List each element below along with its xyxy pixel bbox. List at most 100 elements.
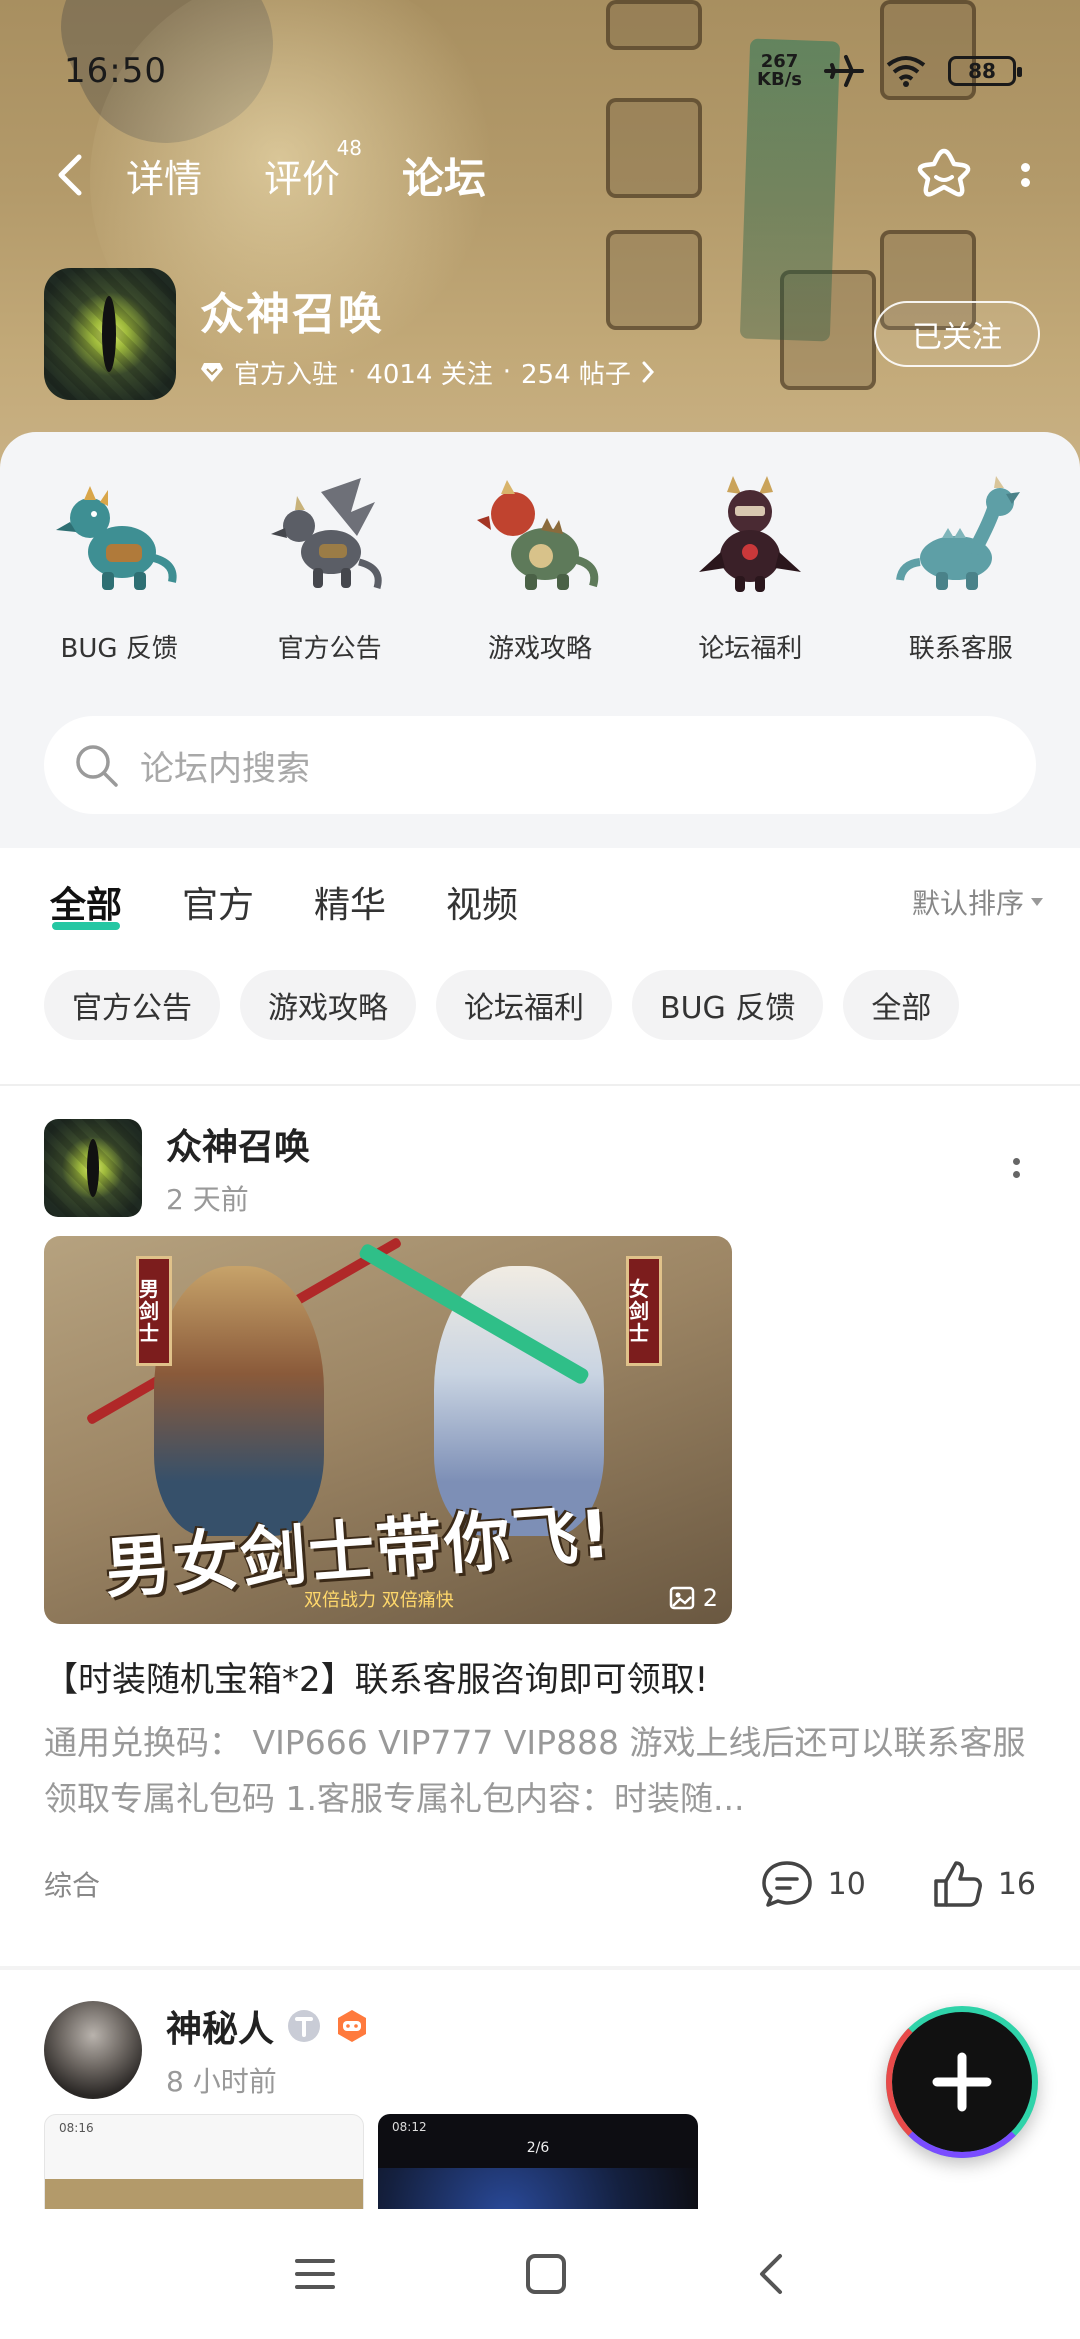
comment-button[interactable]: 10 — [760, 1859, 866, 1909]
chip-forum-welfare[interactable]: 论坛福利 — [436, 970, 612, 1040]
status-bar: 16:50 267 KB/s 88 — [64, 46, 1022, 96]
sort-dropdown[interactable]: 默认排序 — [912, 882, 1044, 922]
game-banner: 16:50 267 KB/s 88 详情 评价 48 论坛 众神召唤 官方入驻 … — [0, 0, 1080, 470]
category-label: BUG 反馈 — [60, 634, 178, 664]
filter-tab-official[interactable]: 官方 — [182, 876, 254, 928]
thumbnail-time: 08:16 — [59, 2121, 94, 2135]
category-contact-support[interactable]: 联系客服 — [861, 472, 1061, 665]
system-nav-bar — [0, 2209, 1080, 2339]
chevron-right-icon — [642, 361, 654, 383]
gamer-badge-icon — [338, 2010, 367, 2042]
tab-forum[interactable]: 论坛 — [402, 145, 487, 206]
verified-diamond-icon — [201, 363, 223, 382]
battery-indicator: 88 — [948, 56, 1022, 86]
cover-subtitle: 双倍战力 双倍痛快 — [304, 1590, 454, 1611]
post-tag[interactable]: 综合 — [44, 1864, 100, 1904]
post-divider — [0, 1966, 1080, 1970]
back-button[interactable] — [40, 145, 100, 205]
post-more-button[interactable] — [996, 1148, 1036, 1188]
chevron-left-icon — [58, 154, 82, 196]
post-card[interactable]: 神秘人 8 小时前 08:16 08:12 2/6 — [44, 2000, 1036, 2214]
filter-tab-all[interactable]: 全部 — [50, 876, 122, 930]
banner-item-slot — [606, 0, 702, 50]
thumbnail[interactable]: 08:16 — [44, 2114, 364, 2214]
like-button[interactable]: 16 — [932, 1859, 1036, 1909]
dragon-dark-icon — [699, 476, 802, 592]
back-nav-icon[interactable] — [756, 2253, 786, 2295]
more-options-button[interactable] — [1010, 155, 1040, 195]
category-forum-welfare[interactable]: 论坛福利 — [650, 472, 850, 665]
image-count: 2 — [669, 1584, 718, 1612]
followers-count: 4014 关注 — [366, 359, 493, 390]
favorite-star-icon[interactable] — [914, 145, 974, 205]
posts-count: 254 帖子 — [520, 359, 631, 390]
wifi-icon — [886, 56, 926, 87]
dragon-red-icon — [476, 480, 599, 590]
sort-label: 默认排序 — [911, 887, 1024, 920]
home-icon[interactable] — [525, 2253, 567, 2295]
battery-level: 88 — [968, 59, 996, 83]
category-bug-feedback[interactable]: BUG 反馈 — [19, 472, 219, 665]
menu-icon[interactable] — [294, 2256, 336, 2292]
post-excerpt[interactable]: 通用兑换码： VIP666 VIP777 VIP888 游戏上线后还可以联系客服… — [44, 1715, 1036, 1827]
comment-count: 10 — [827, 1866, 866, 1902]
post-time: 8 小时前 — [166, 2065, 277, 2098]
filter-tabs: 全部 官方 精华 视频 默认排序 — [50, 862, 1044, 942]
thumbs-up-icon — [934, 1861, 982, 1907]
reviews-count-badge: 48 — [336, 135, 363, 160]
dragon-winged-icon — [270, 478, 382, 590]
thumbnail-time: 08:12 — [392, 2120, 427, 2134]
post-card[interactable]: 众神召唤 2 天前 男剑士 女剑士 男女剑士带你飞! 双倍战力 双倍痛快 2 【… — [44, 1118, 1036, 1919]
tab-details[interactable]: 详情 — [126, 148, 202, 203]
net-speed: 267 KB/s — [757, 53, 802, 89]
follow-button[interactable]: 已关注 — [874, 301, 1040, 367]
chip-game-guide[interactable]: 游戏攻略 — [240, 970, 416, 1040]
comment-icon — [761, 1861, 812, 1907]
level-badge-icon — [288, 2010, 321, 2042]
search-icon — [76, 745, 118, 787]
net-speed-unit: KB/s — [757, 69, 802, 90]
new-post-button[interactable] — [886, 2006, 1038, 2158]
plus-icon — [932, 2052, 992, 2112]
avatar[interactable] — [44, 1119, 142, 1217]
post-cover-image[interactable]: 男剑士 女剑士 男女剑士带你飞! 双倍战力 双倍痛快 2 — [44, 1236, 732, 1624]
airplane-icon — [824, 55, 864, 87]
game-name: 众神召唤 — [200, 288, 384, 340]
filter-tab-video[interactable]: 视频 — [446, 876, 518, 928]
chip-bug-feedback[interactable]: BUG 反馈 — [632, 970, 824, 1040]
top-nav: 详情 评价 48 论坛 — [40, 136, 1040, 210]
thumbnail-art — [378, 2168, 698, 2214]
category-label: 官方公告 — [277, 634, 382, 664]
image-count-value: 2 — [702, 1584, 718, 1612]
forum-search-bar[interactable]: 论坛内搜索 — [44, 716, 1036, 814]
search-placeholder: 论坛内搜索 — [140, 748, 310, 789]
game-meta[interactable]: 官方入驻 · 4014 关注 · 254 帖子 — [200, 354, 655, 391]
dragon-blue-icon — [56, 486, 177, 590]
category-label: 联系客服 — [908, 634, 1013, 664]
thumbnail[interactable]: 08:12 2/6 — [378, 2114, 698, 2214]
image-icon — [669, 1586, 694, 1610]
game-icon[interactable] — [44, 268, 176, 400]
chip-official-notice[interactable]: 官方公告 — [44, 970, 220, 1040]
post-time: 2 天前 — [166, 1183, 249, 1216]
game-header: 众神召唤 官方入驻 · 4014 关注 · 254 帖子 已关注 — [44, 268, 1040, 400]
post-title[interactable]: 【时装随机宝箱*2】联系客服咨询即可领取! — [44, 1652, 1036, 1701]
category-game-guide[interactable]: 游戏攻略 — [440, 472, 640, 665]
avatar[interactable] — [44, 2001, 142, 2099]
caret-down-icon — [1031, 898, 1043, 906]
tab-reviews[interactable]: 评价 48 — [264, 136, 362, 203]
category-label: 论坛福利 — [698, 634, 803, 664]
category-row: BUG 反馈 官方公告 游戏攻略 论坛福利 联系客服 — [0, 472, 1080, 665]
chip-all[interactable]: 全部 — [843, 970, 960, 1040]
filter-tab-featured[interactable]: 精华 — [314, 876, 386, 928]
post-author[interactable]: 神秘人 — [166, 2000, 274, 2052]
forum-panel: BUG 反馈 官方公告 游戏攻略 论坛福利 联系客服 论坛内搜索 — [0, 432, 1080, 848]
category-official-notice[interactable]: 官方公告 — [230, 472, 430, 665]
male-swordsman-art — [154, 1266, 324, 1536]
category-label: 游戏攻略 — [487, 634, 592, 664]
official-label: 官方入驻 — [234, 359, 339, 390]
post-author[interactable]: 众神召唤 — [166, 1118, 310, 1170]
meta-separator: · — [348, 357, 357, 387]
post-thumbnails: 08:16 08:12 2/6 — [44, 2114, 1036, 2214]
section-divider — [0, 1084, 1080, 1086]
